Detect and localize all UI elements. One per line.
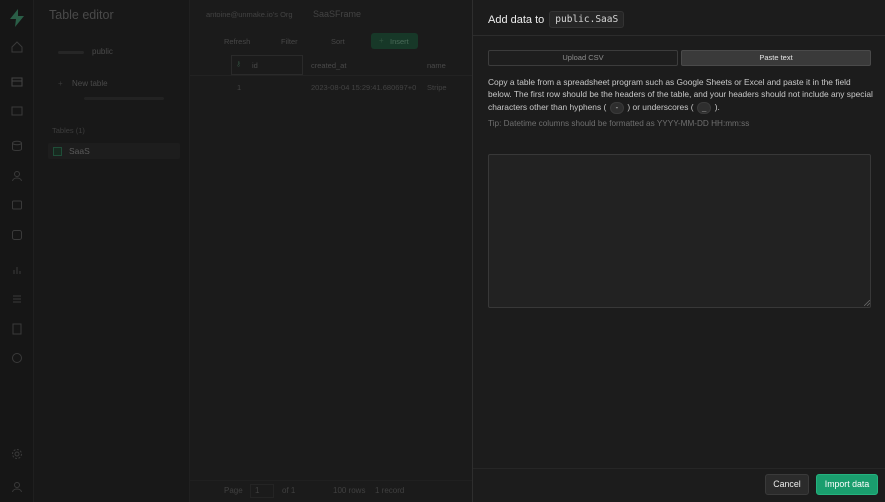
table-editor-panel: Table editor public + New table Tables (… xyxy=(34,0,190,502)
storage-icon[interactable] xyxy=(11,199,23,211)
page-input[interactable] xyxy=(250,484,274,498)
search-placeholder-blur xyxy=(84,97,164,100)
column-name: id xyxy=(252,61,258,70)
table-icon xyxy=(53,147,62,156)
api-docs-icon[interactable] xyxy=(11,323,23,335)
instructions-part: ) or underscores ( xyxy=(627,101,694,112)
sidebar-item-saas[interactable]: SaaS xyxy=(48,143,180,159)
paste-textarea[interactable] xyxy=(488,154,871,308)
table-cell[interactable]: 1 xyxy=(237,83,241,92)
rows-per-page[interactable]: 100 rows xyxy=(333,486,365,495)
import-data-button[interactable]: Import data xyxy=(816,474,878,495)
column-header-created-at[interactable]: created_at xyxy=(311,61,346,70)
logo-icon[interactable] xyxy=(9,9,25,27)
record-count: 1 record xyxy=(375,486,405,495)
home-icon[interactable] xyxy=(11,41,23,53)
auth-icon[interactable] xyxy=(11,170,23,182)
table-editor-icon[interactable] xyxy=(11,76,23,88)
instructions-part: ). xyxy=(714,101,720,112)
plus-icon: + xyxy=(379,36,384,45)
reports-icon[interactable] xyxy=(11,264,23,276)
insert-label: Insert xyxy=(390,37,409,46)
add-data-sheet: Add data to public.SaaS Upload CSV Paste… xyxy=(472,0,885,502)
sheet-title: Add data to xyxy=(488,13,545,26)
new-table-button[interactable]: + New table xyxy=(52,76,178,92)
filter-button[interactable]: Filter xyxy=(281,37,298,46)
primary-key-icon: ⚷ xyxy=(236,61,242,68)
sidebar-item-label: SaaS xyxy=(69,146,90,156)
breadcrumb-project[interactable]: SaaSFrame xyxy=(313,9,361,19)
table-cell[interactable]: Stripe xyxy=(427,83,447,92)
divider xyxy=(473,35,885,36)
page-value: 1 xyxy=(255,486,260,495)
table-cell[interactable]: 2023-08-04 15:29:41.680697+0 xyxy=(311,83,420,92)
schema-value: public xyxy=(92,47,113,56)
plus-icon: + xyxy=(58,79,63,88)
insert-button[interactable]: + Insert xyxy=(371,33,418,49)
settings-icon[interactable] xyxy=(11,448,23,460)
user-icon[interactable] xyxy=(11,481,23,493)
functions-icon[interactable] xyxy=(11,229,23,241)
page-label: Page xyxy=(224,486,243,495)
column-header-id[interactable]: ⚷ id xyxy=(231,55,303,75)
instructions-text: Copy a table from a spreadsheet program … xyxy=(488,76,873,114)
schema-selector[interactable]: public xyxy=(52,44,178,60)
cancel-button[interactable]: Cancel xyxy=(765,474,809,495)
hyphen-chip: - xyxy=(609,101,625,114)
datetime-tip: Tip: Datetime columns should be formatte… xyxy=(488,119,750,128)
database-icon[interactable] xyxy=(11,140,23,152)
refresh-button[interactable]: Refresh xyxy=(224,37,250,46)
sort-button[interactable]: Sort xyxy=(331,37,345,46)
grid-area: antoine@unmake.io's Org SaaSFrame Refres… xyxy=(190,0,472,502)
table-ref-code: public.SaaS xyxy=(549,11,625,28)
app-root: Table editor public + New table Tables (… xyxy=(0,0,885,502)
schema-label-blur xyxy=(58,51,84,54)
tables-header: Tables (1) xyxy=(52,126,85,135)
tab-paste-text[interactable]: Paste text xyxy=(681,50,871,66)
tab-upload-csv[interactable]: Upload CSV xyxy=(488,50,678,66)
page-count: of 1 xyxy=(282,486,296,495)
sheet-heading: Add data to public.SaaS xyxy=(488,11,625,28)
advisor-icon[interactable] xyxy=(11,352,23,364)
grid-footer: Page 1 of 1 100 rows 1 record xyxy=(190,480,472,502)
sql-editor-icon[interactable] xyxy=(11,105,23,117)
column-header-name[interactable]: name xyxy=(427,61,446,70)
underscore-chip: _ xyxy=(696,101,712,114)
logs-icon[interactable] xyxy=(11,293,23,305)
breadcrumb-org[interactable]: antoine@unmake.io's Org xyxy=(206,10,293,19)
new-table-label: New table xyxy=(72,79,108,88)
panel-title: Table editor xyxy=(49,8,114,22)
resize-grip-icon[interactable] xyxy=(864,300,870,306)
icon-rail xyxy=(0,0,34,502)
